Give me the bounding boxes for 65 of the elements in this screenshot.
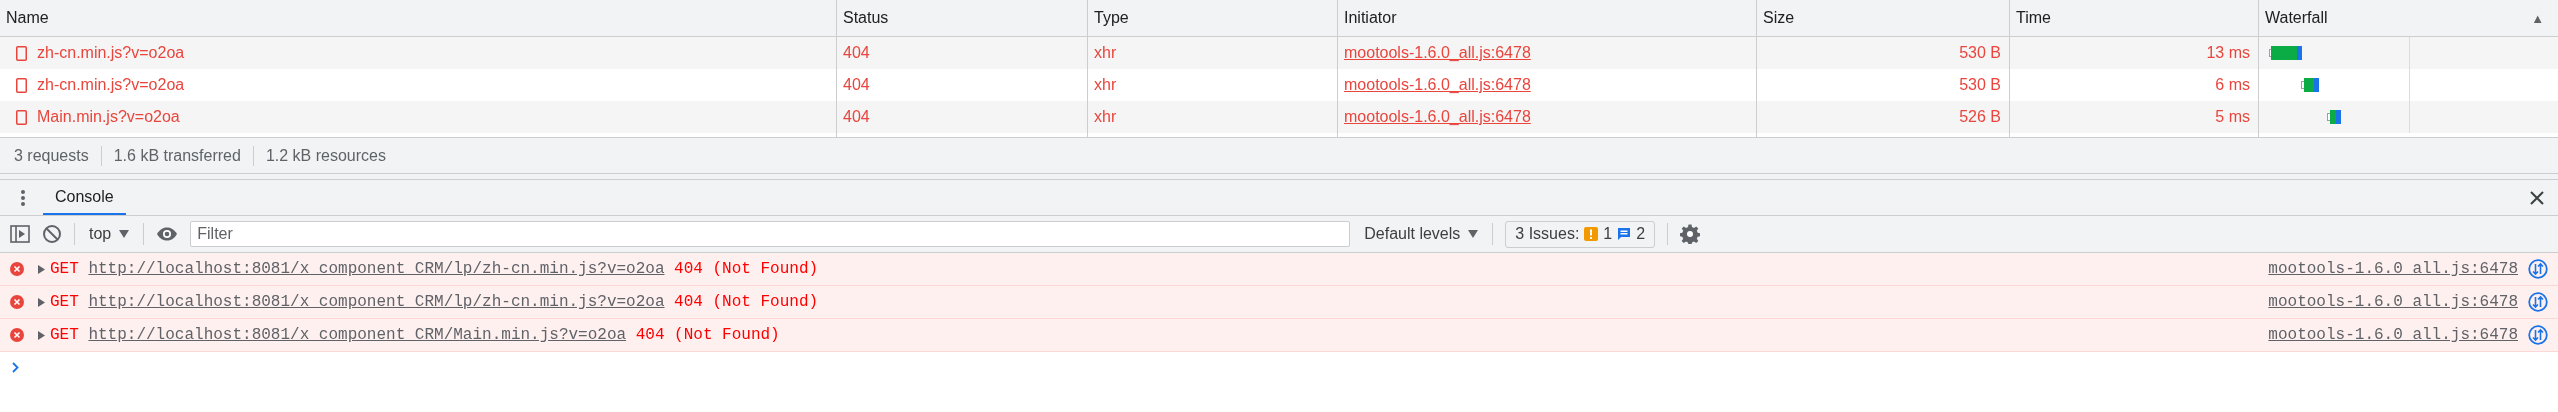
expand-arrow-icon[interactable] [38,297,45,307]
more-menu-icon[interactable] [21,189,25,206]
column-header[interactable]: Time [2016,9,2051,27]
issues-button[interactable]: 3 Issues: 1 2 [1505,220,1656,248]
close-icon[interactable] [2530,190,2544,205]
column-header[interactable]: Size [1763,9,1795,27]
request-type: xhr [1094,76,1117,94]
column-header[interactable]: Name [6,9,49,27]
initiator-link[interactable]: mootools-1.6.0_all.js:6478 [1344,76,1531,94]
initiator-link[interactable]: mootools-1.6.0_all.js:6478 [1344,108,1531,126]
error-icon [10,328,24,342]
source-link[interactable]: mootools-1.6.0_all.js:6478 [2268,326,2518,344]
request-type: xhr [1094,44,1117,62]
caret-icon [119,230,130,238]
request-name[interactable]: zh-cn.min.js?v=o2oa [37,76,185,94]
time-value: 5 ms [2215,108,2250,126]
document-icon [16,77,27,93]
summary-text: 1.6 kB transferred [113,146,241,165]
initiator-link[interactable]: mootools-1.6.0_all.js:6478 [1344,44,1531,62]
request-name[interactable]: zh-cn.min.js?v=o2oa [37,44,185,62]
source-link[interactable]: mootools-1.6.0_all.js:6478 [2268,293,2518,311]
message-text: GET http://localhost:8081/x_component_CRM/lp/zh-cn.min.js?v=o2oa 404 (Not Found) [50,260,819,278]
sidebar-toggle-icon[interactable] [10,225,30,243]
expand-arrow-icon[interactable] [38,264,45,274]
column-header[interactable]: Waterfall [2265,9,2328,27]
status-code: 404 [843,108,870,126]
column-header[interactable]: Initiator [1344,9,1397,27]
status-code: 404 [843,44,870,62]
size-value: 530 B [1959,76,2001,94]
caret-icon [1468,230,1479,238]
sort-indicator: ▲ [2531,10,2545,26]
message-icon [1617,227,1632,241]
network-request-icon[interactable] [2528,259,2548,279]
message-text: GET http://localhost:8081/x_component_CRM/Main.min.js?v=o2oa 404 (Not Found) [50,326,780,344]
prompt-icon [12,362,19,373]
status-code: 404 [843,76,870,94]
time-value: 13 ms [2206,44,2250,62]
settings-icon[interactable] [1680,224,1701,244]
message-text: GET http://localhost:8081/x_component_CRM/lp/zh-cn.min.js?v=o2oa 404 (Not Found) [50,293,819,311]
error-icon [10,295,24,309]
network-request-icon[interactable] [2528,292,2548,312]
column-header[interactable]: Type [1094,9,1129,27]
url-link[interactable]: http://localhost:8081/x_component_CRM/lp/zh-cn.min.js?v=o2oa [88,293,665,311]
context-dropdown[interactable]: top [87,225,132,243]
url-link[interactable]: http://localhost:8081/x_component_CRM/Main.min.js?v=o2oa [88,326,627,344]
filter-field[interactable]: Filter [190,221,1351,247]
url-link[interactable]: http://localhost:8081/x_component_CRM/lp/zh-cn.min.js?v=o2oa [88,260,665,278]
size-value: 530 B [1959,44,2001,62]
log-levels-dropdown[interactable]: Default levels [1362,225,1481,243]
size-value: 526 B [1959,108,2001,126]
warning-icon [1584,227,1599,241]
request-name[interactable]: Main.min.js?v=o2oa [37,108,180,126]
request-type: xhr [1094,108,1117,126]
source-link[interactable]: mootools-1.6.0_all.js:6478 [2268,260,2518,278]
clear-console-icon[interactable] [42,224,62,244]
error-icon [10,262,24,276]
summary-text: 1.2 kB resources [265,146,386,165]
time-value: 6 ms [2215,76,2250,94]
document-icon [16,109,27,125]
summary-text: 3 requests [14,146,89,165]
expand-arrow-icon[interactable] [38,330,45,340]
network-request-icon[interactable] [2528,325,2548,345]
column-header[interactable]: Status [843,9,889,27]
document-icon [16,45,27,61]
eye-icon[interactable] [156,227,179,241]
